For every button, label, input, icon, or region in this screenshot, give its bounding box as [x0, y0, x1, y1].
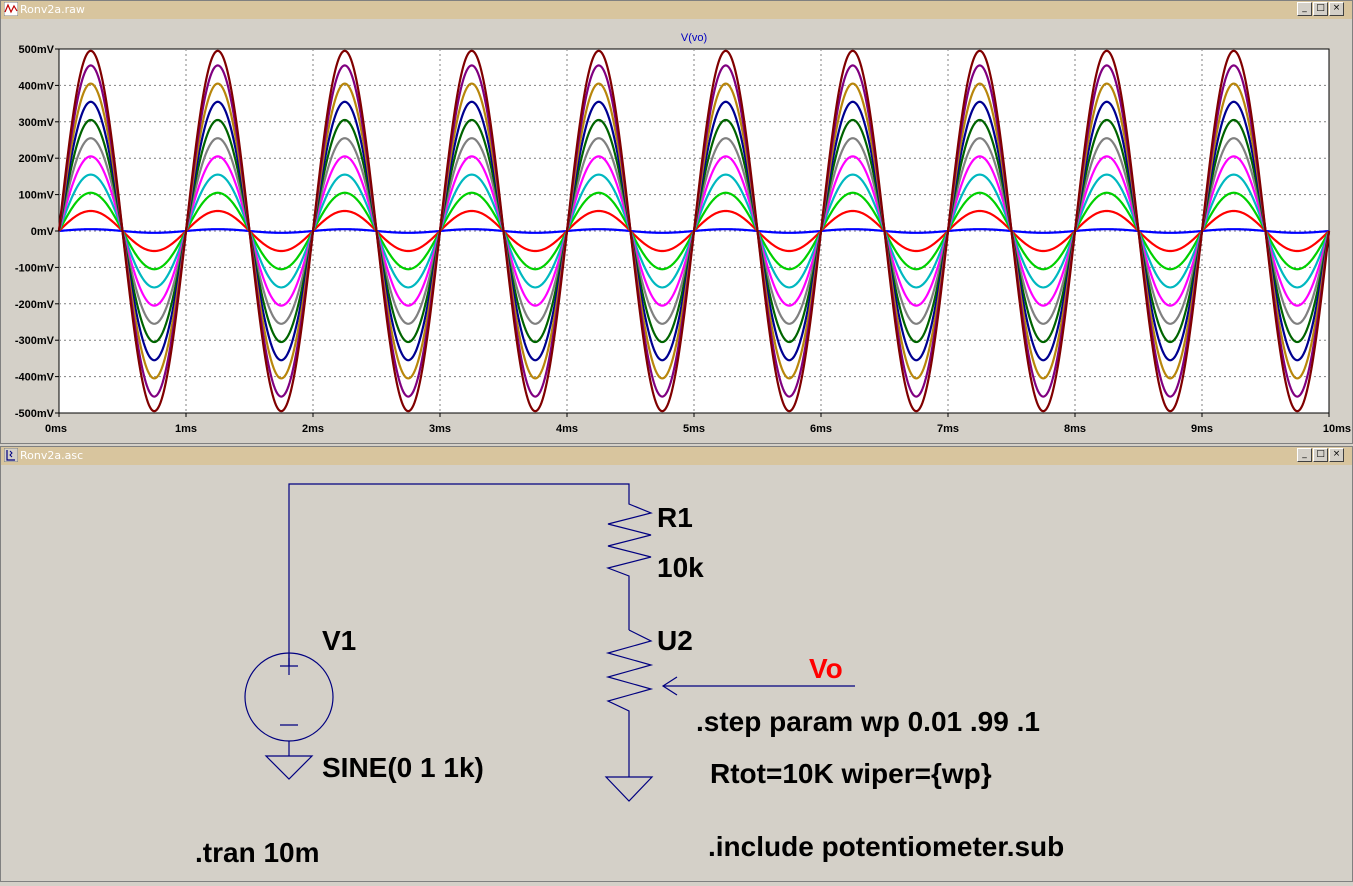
x-tick-label: 5ms [683, 423, 705, 435]
waveform-chart[interactable]: 0ms 1ms 2ms 3ms 4ms 5ms 6ms 7ms 8ms 9ms 10ms 500mV… [1, 19, 1352, 443]
minimize-button[interactable]: _ [1297, 448, 1312, 462]
y-tick-label: 200mV [19, 153, 55, 165]
ground-icon [604, 776, 654, 802]
x-axis-ticks: 0ms 1ms 2ms 3ms 4ms 5ms 6ms 7ms 8ms 9ms 10ms [45, 413, 1351, 435]
y-axis-ticks: 500mV 400mV 300mV 200mV 100mV 0mV -100mV -200mV… [15, 44, 59, 420]
schematic-window-title: Ronv2a.asc [20, 449, 84, 462]
v1-name-label[interactable]: V1 [322, 625, 356, 656]
u2-params-label[interactable]: Rtot=10K wiper={wp} [710, 758, 992, 789]
schematic-drawing[interactable]: V1 SINE(0 1 1k) R1 10k U2 Vo .step param… [1, 465, 1352, 881]
x-tick-label: 0ms [45, 423, 67, 435]
r1-value-label[interactable]: 10k [657, 552, 704, 583]
close-button[interactable]: × [1329, 448, 1344, 462]
y-tick-label: 500mV [19, 44, 55, 56]
u2-potentiometer[interactable] [605, 629, 654, 777]
plot-window-titlebar[interactable]: Ronv2a.raw _ □ × [1, 1, 1352, 19]
y-tick-label: -500mV [15, 408, 55, 420]
y-tick-label: -300mV [15, 335, 55, 347]
waveform-icon [4, 2, 18, 16]
x-tick-label: 2ms [302, 423, 324, 435]
plot-window-title: Ronv2a.raw [20, 3, 85, 16]
plot-window: Ronv2a.raw _ □ × 0ms 1ms 2ms 3ms 4ms 5ms 6ms 7m… [0, 0, 1353, 444]
close-button[interactable]: × [1329, 2, 1344, 16]
x-tick-label: 10ms [1323, 423, 1351, 435]
plot-area[interactable]: 0ms 1ms 2ms 3ms 4ms 5ms 6ms 7ms 8ms 9ms 10ms 500mV… [1, 19, 1352, 443]
step-directive[interactable]: .step param wp 0.01 .99 .1 [696, 706, 1040, 737]
v1-value-label[interactable]: SINE(0 1 1k) [322, 752, 484, 783]
schematic-window-titlebar[interactable]: Ronv2a.asc _ □ × [1, 447, 1352, 465]
y-tick-label: -400mV [15, 372, 55, 384]
y-tick-label: 0mV [31, 226, 55, 238]
y-tick-label: -200mV [15, 299, 55, 311]
include-directive[interactable]: .include potentiometer.sub [708, 831, 1064, 862]
net-label-vo[interactable]: Vo [809, 653, 843, 684]
ground-icon [264, 755, 314, 780]
r1-name-label[interactable]: R1 [657, 502, 693, 533]
y-tick-label: -100mV [15, 262, 55, 274]
restore-button[interactable]: □ [1313, 2, 1328, 16]
minimize-button[interactable]: _ [1297, 2, 1312, 16]
y-tick-label: 100mV [19, 190, 55, 202]
schematic-canvas[interactable]: V1 SINE(0 1 1k) R1 10k U2 Vo .step param… [1, 465, 1352, 881]
tran-directive[interactable]: .tran 10m [195, 837, 320, 868]
schematic-window: Ronv2a.asc _ □ × V1 SINE(0 1 1k) R1 10k … [0, 446, 1353, 882]
x-tick-label: 6ms [810, 423, 832, 435]
u2-name-label[interactable]: U2 [657, 625, 693, 656]
y-tick-label: 400mV [19, 80, 55, 92]
r1-resistor[interactable] [606, 492, 653, 630]
x-tick-label: 7ms [937, 423, 959, 435]
x-tick-label: 9ms [1191, 423, 1213, 435]
x-tick-label: 4ms [556, 423, 578, 435]
schematic-icon [4, 448, 18, 462]
x-tick-label: 1ms [175, 423, 197, 435]
x-tick-label: 8ms [1064, 423, 1086, 435]
restore-button[interactable]: □ [1313, 448, 1328, 462]
y-tick-label: 300mV [19, 117, 55, 129]
x-tick-label: 3ms [429, 423, 451, 435]
trace-label[interactable]: V(vo) [681, 32, 707, 44]
